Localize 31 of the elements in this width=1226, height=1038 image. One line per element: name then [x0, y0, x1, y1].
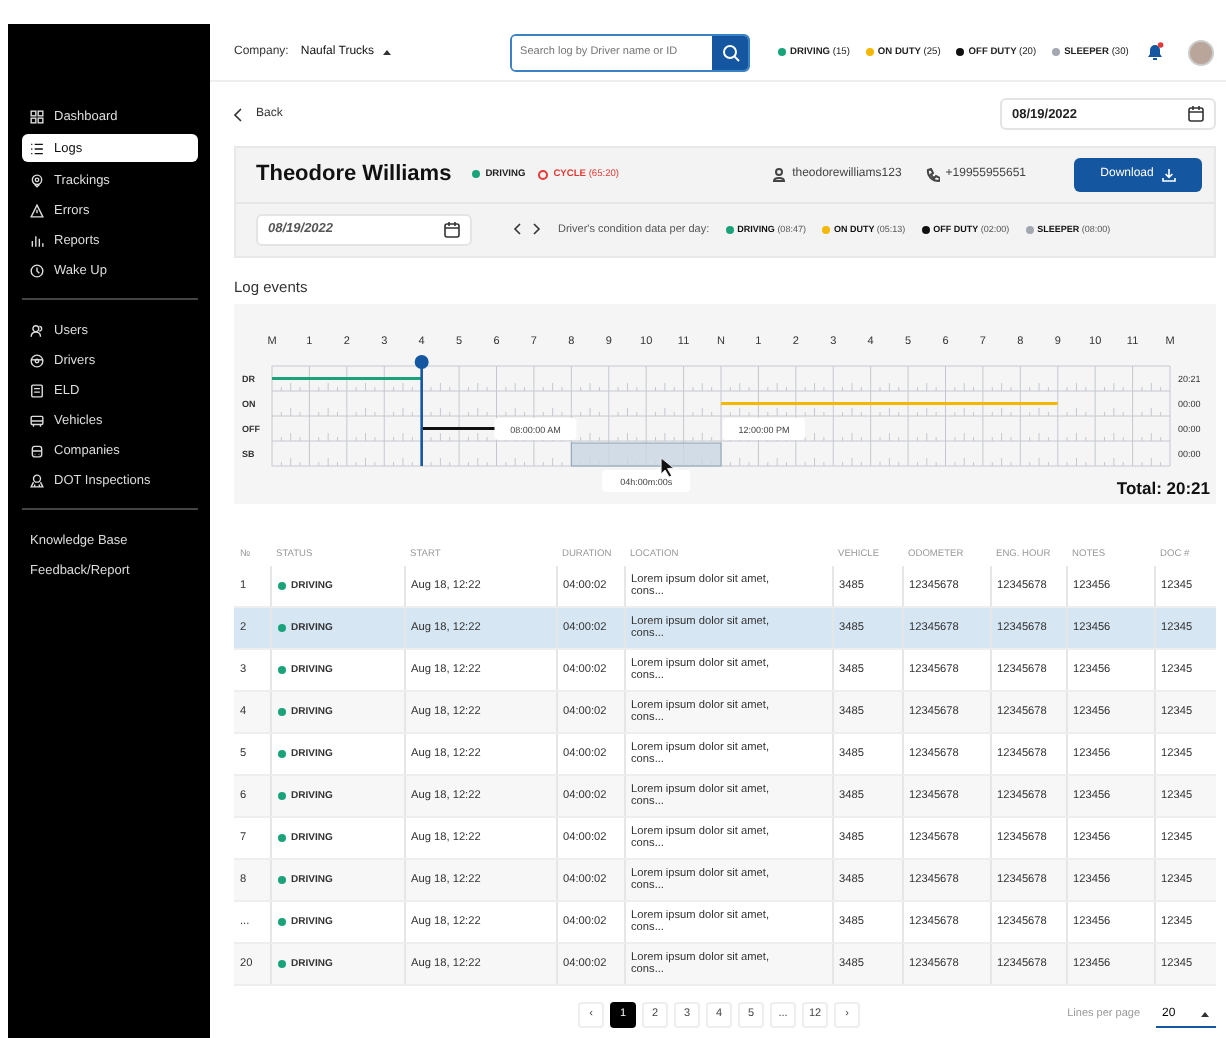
- chevron-left-icon: [234, 107, 242, 121]
- bars-icon: [30, 233, 44, 247]
- driver-name: Theodore Williams: [256, 162, 452, 187]
- phone-icon: [925, 167, 940, 182]
- total-label: Total: 20:21: [1116, 478, 1210, 498]
- chevron-left-icon: [512, 222, 522, 237]
- wheel-icon: [30, 353, 44, 367]
- off-duty-line: [421, 426, 497, 431]
- download-icon: [1161, 167, 1176, 182]
- mouse-pointer-icon: [660, 457, 674, 478]
- device-icon: [30, 383, 44, 397]
- list-icon: [30, 141, 44, 155]
- search-icon: [721, 43, 740, 61]
- grid-icon: [30, 109, 44, 123]
- previous-day-button[interactable]: [512, 222, 522, 237]
- time-cursor[interactable]: [414, 355, 429, 466]
- cycle-icon: [537, 169, 548, 180]
- caret-icon: [1200, 1009, 1210, 1017]
- calendar-icon[interactable]: [444, 221, 460, 238]
- pin-icon: [30, 173, 44, 187]
- search-button[interactable]: [712, 35, 749, 69]
- next-day-button[interactable]: [532, 222, 542, 237]
- users-icon: [30, 323, 44, 337]
- notification-bell-icon[interactable]: [1146, 42, 1164, 62]
- user-icon: [772, 167, 787, 182]
- calendar-icon[interactable]: [1188, 106, 1204, 122]
- caret-icon[interactable]: [382, 48, 393, 56]
- chevron-right-icon: [532, 222, 542, 237]
- clock-icon: [30, 263, 44, 277]
- warning-icon: [30, 203, 44, 217]
- truck-icon: [30, 413, 44, 427]
